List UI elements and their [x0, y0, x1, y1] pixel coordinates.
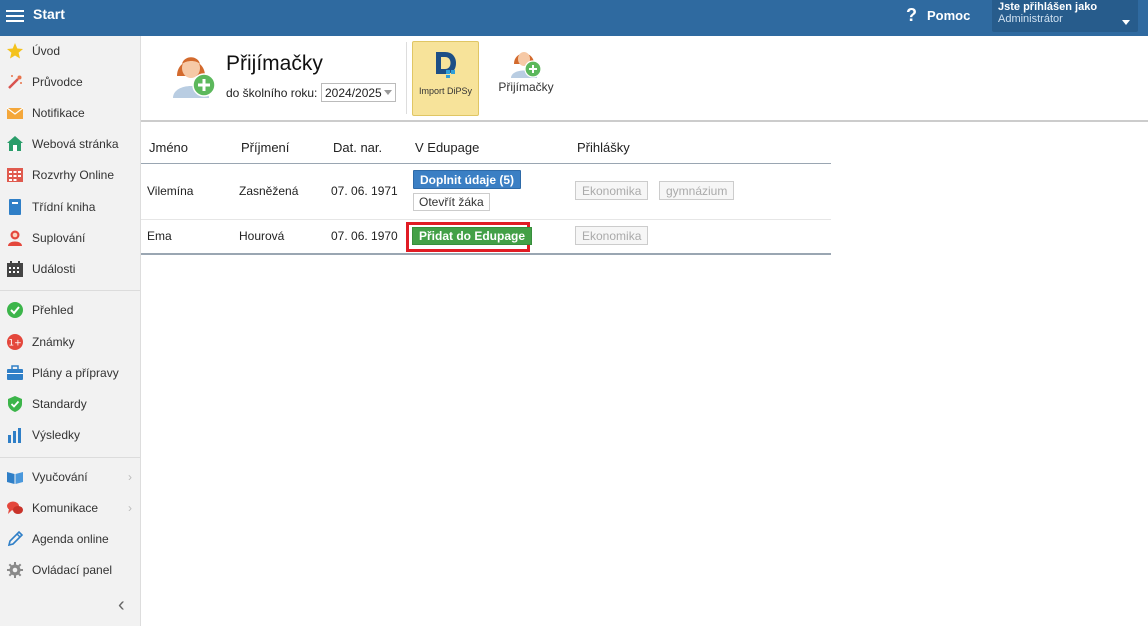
hamburger-menu-icon[interactable] — [6, 7, 24, 23]
user-menu[interactable]: Jste přihlášen jako Administrátor — [992, 0, 1138, 32]
user-label: Jste přihlášen jako — [998, 1, 1098, 13]
cell-first-name: Ema — [147, 229, 172, 243]
sidebar-item-rozvrhy-online[interactable]: Rozvrhy Online — [0, 162, 140, 188]
application-tag[interactable]: gymnázium — [659, 181, 735, 200]
timetable-icon — [6, 166, 24, 184]
cell-first-name: Vilemína — [147, 184, 194, 198]
open-book-icon — [6, 468, 24, 486]
question-mark-icon: ? — [906, 5, 917, 25]
book-icon — [6, 198, 24, 216]
table-row: Vilemína Zasněžená 07. 06. 1971 Doplnit … — [141, 165, 831, 220]
school-year-value: 2024/2025 — [325, 85, 382, 100]
cell-last-name: Zasněžená — [239, 184, 299, 198]
column-header-date-of-birth[interactable]: Dat. nar. — [333, 140, 382, 155]
sidebar-item-vyucovani[interactable]: Vyučování › — [0, 464, 140, 490]
chevron-right-icon: › — [128, 470, 132, 484]
sidebar-item-vysledky[interactable]: Výsledky — [0, 422, 140, 448]
sidebar-item-pruvodce[interactable]: Průvodce — [0, 69, 140, 95]
column-header-applications[interactable]: Přihlášky — [577, 140, 630, 155]
sidebar-item-agenda-online[interactable]: Agenda online — [0, 526, 140, 552]
shield-check-icon — [6, 395, 24, 413]
prijimacky-tool-button[interactable]: Přijímačky — [497, 44, 555, 100]
gear-icon — [6, 561, 24, 579]
sidebar-item-notifikace[interactable]: Notifikace — [0, 100, 140, 126]
add-to-edupage-button[interactable]: Přidat do Edupage — [412, 227, 533, 245]
column-header-last-name[interactable]: Příjmení — [241, 140, 289, 155]
house-icon — [6, 135, 24, 153]
application-tag[interactable]: Ekonomika — [575, 181, 649, 200]
cell-date-of-birth: 07. 06. 1970 — [331, 229, 398, 243]
column-header-in-edupage[interactable]: V Edupage — [415, 140, 479, 155]
collapse-sidebar-icon[interactable]: ‹ — [118, 595, 132, 615]
table-bottom-border — [141, 253, 831, 255]
check-circle-icon — [6, 301, 24, 319]
open-student-button[interactable]: Otevřít žáka — [413, 193, 490, 211]
sidebar-divider — [0, 290, 140, 291]
grades-icon: 1+ — [6, 333, 24, 351]
substitute-person-icon — [6, 229, 24, 247]
sidebar-item-znamky[interactable]: 1+ Známky — [0, 329, 140, 355]
envelope-icon — [6, 104, 24, 122]
svg-text:1+: 1+ — [8, 339, 21, 349]
school-year-select[interactable]: 2024/2025 — [321, 83, 396, 102]
chat-bubbles-icon — [6, 499, 24, 517]
user-name: Administrátor — [998, 13, 1063, 25]
table-header: Jméno Příjmení Dat. nar. V Edupage Přihl… — [141, 132, 831, 164]
top-bar: Start ? Pomoc Jste přihlášen jako Admini… — [0, 0, 1148, 36]
school-year-label: do školního roku: — [226, 86, 318, 100]
bar-chart-icon — [6, 426, 24, 444]
help-label: Pomoc — [927, 8, 971, 23]
admissions-user-icon — [171, 46, 217, 98]
chevron-right-icon: › — [128, 501, 132, 515]
caret-down-icon — [1122, 20, 1130, 25]
briefcase-icon — [6, 364, 24, 382]
cell-last-name: Hourová — [239, 229, 285, 243]
calendar-icon — [6, 260, 24, 278]
cell-date-of-birth: 07. 06. 1971 — [331, 184, 398, 198]
sidebar-item-suplovani[interactable]: Suplování — [0, 225, 140, 251]
sidebar-item-udalosti[interactable]: Události — [0, 256, 140, 282]
sidebar-divider — [0, 457, 140, 458]
prijimacky-tool-label: Přijímačky — [498, 80, 554, 94]
sidebar-item-komunikace[interactable]: Komunikace › — [0, 495, 140, 521]
admissions-user-icon — [511, 52, 542, 78]
sidebar-item-prehled[interactable]: Přehled — [0, 297, 140, 323]
import-dipsy-button[interactable]: Import DiPSy — [412, 41, 479, 116]
help-button[interactable]: ? Pomoc — [906, 5, 970, 26]
magic-wand-icon — [6, 73, 24, 91]
sidebar-item-tridni-kniha[interactable]: Třídní kniha — [0, 194, 140, 220]
page-title: Přijímačky — [226, 52, 323, 75]
pen-icon — [6, 530, 24, 548]
application-tag[interactable]: Ekonomika — [575, 226, 649, 245]
column-header-first-name[interactable]: Jméno — [149, 140, 188, 155]
sidebar-item-plany-a-pripravy[interactable]: Plány a přípravy — [0, 360, 140, 386]
app-title[interactable]: Start — [33, 6, 65, 22]
table-row: Ema Hourová 07. 06. 1970 Přidat do Edupa… — [141, 220, 831, 253]
sidebar-item-ovladaci-panel[interactable]: Ovládací panel — [0, 557, 140, 583]
page-header: Přijímačky do školního roku: 2024/2025 I… — [141, 36, 1148, 122]
star-icon — [6, 42, 24, 60]
sidebar: Úvod Průvodce Notifikace Webová stránka … — [0, 36, 141, 626]
sidebar-item-uvod[interactable]: Úvod — [0, 38, 140, 64]
sidebar-item-standardy[interactable]: Standardy — [0, 391, 140, 417]
dipsy-logo-icon — [435, 52, 456, 78]
chevron-down-icon — [384, 90, 392, 95]
sidebar-item-webova-stranka[interactable]: Webová stránka — [0, 131, 140, 157]
import-dipsy-label: Import DiPSy — [418, 86, 472, 96]
complete-data-button[interactable]: Doplnit údaje (5) — [413, 170, 521, 189]
toolbar-divider — [406, 42, 407, 114]
